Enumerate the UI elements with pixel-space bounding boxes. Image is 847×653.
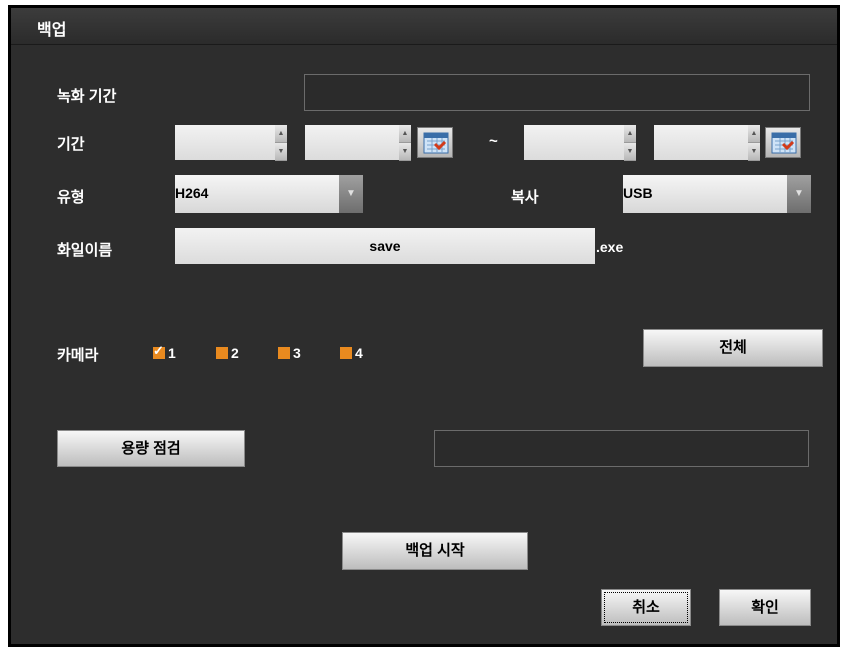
checkbox-unchecked-icon [340, 347, 352, 359]
end-date-input[interactable] [524, 125, 624, 160]
camera-checkbox-3[interactable]: 3 [278, 345, 301, 361]
check-capacity-button[interactable]: 용량 점검 [57, 430, 245, 467]
ok-button[interactable]: 확인 [719, 589, 811, 626]
checkbox-checked-icon [153, 343, 165, 359]
copy-select-value: USB [623, 185, 653, 201]
camera-checkbox-1[interactable]: 1 [153, 343, 176, 361]
copy-select[interactable]: USB ▼ [623, 175, 811, 213]
start-time-input[interactable] [305, 125, 399, 160]
period-label: 기간 [57, 136, 85, 153]
camera-checkbox-label: 3 [293, 345, 301, 361]
chevron-down-icon[interactable]: ▼ [787, 175, 811, 213]
end-time-input[interactable] [654, 125, 748, 160]
checkbox-unchecked-icon [216, 347, 228, 359]
calendar-icon [423, 132, 449, 154]
start-backup-button[interactable]: 백업 시작 [342, 532, 528, 570]
title-bar: 백업 [11, 8, 837, 45]
copy-label: 복사 [511, 189, 539, 206]
record-period-label: 녹화 기간 [57, 88, 117, 105]
camera-checkbox-label: 1 [168, 345, 176, 361]
camera-checkbox-label: 2 [231, 345, 239, 361]
filename-extension: .exe [596, 239, 624, 255]
end-date-spinner[interactable]: ▲ ▼ [624, 125, 636, 161]
cancel-button[interactable]: 취소 [601, 589, 691, 626]
backup-dialog: 백업 녹화 기간 기간 ▲ ▼ ▲ ▼ ~ ▲ ▼ ▲ ▼ 유형 H264 ▼ … [8, 5, 840, 647]
capacity-result-field [434, 430, 809, 467]
end-time-spinner[interactable]: ▲ ▼ [748, 125, 760, 161]
spin-up-icon[interactable]: ▲ [399, 125, 411, 143]
calendar-icon [771, 132, 797, 154]
record-period-field [304, 74, 810, 111]
camera-label: 카메라 [57, 347, 99, 364]
spin-down-icon[interactable]: ▼ [275, 143, 287, 161]
spin-down-icon[interactable]: ▼ [399, 143, 411, 161]
checkbox-unchecked-icon [278, 347, 290, 359]
start-date-input[interactable] [175, 125, 275, 160]
spin-down-icon[interactable]: ▼ [748, 143, 760, 161]
dialog-title: 백업 [37, 22, 67, 39]
spin-up-icon[interactable]: ▲ [275, 125, 287, 143]
spin-up-icon[interactable]: ▲ [624, 125, 636, 143]
camera-checkbox-2[interactable]: 2 [216, 345, 239, 361]
select-all-button[interactable]: 전체 [643, 329, 823, 367]
camera-checkbox-4[interactable]: 4 [340, 345, 363, 361]
start-calendar-button[interactable] [417, 127, 453, 158]
end-calendar-button[interactable] [765, 127, 801, 158]
type-select-value: H264 [175, 185, 209, 201]
spin-up-icon[interactable]: ▲ [748, 125, 760, 143]
filename-input[interactable]: save [175, 228, 595, 264]
chevron-down-icon[interactable]: ▼ [339, 175, 363, 213]
type-select[interactable]: H264 ▼ [175, 175, 363, 213]
start-date-spinner[interactable]: ▲ ▼ [275, 125, 287, 161]
filename-label: 화일이름 [57, 242, 113, 259]
camera-checkbox-label: 4 [355, 345, 363, 361]
spin-down-icon[interactable]: ▼ [624, 143, 636, 161]
range-separator: ~ [489, 133, 498, 150]
type-label: 유형 [57, 189, 85, 206]
start-time-spinner[interactable]: ▲ ▼ [399, 125, 411, 161]
